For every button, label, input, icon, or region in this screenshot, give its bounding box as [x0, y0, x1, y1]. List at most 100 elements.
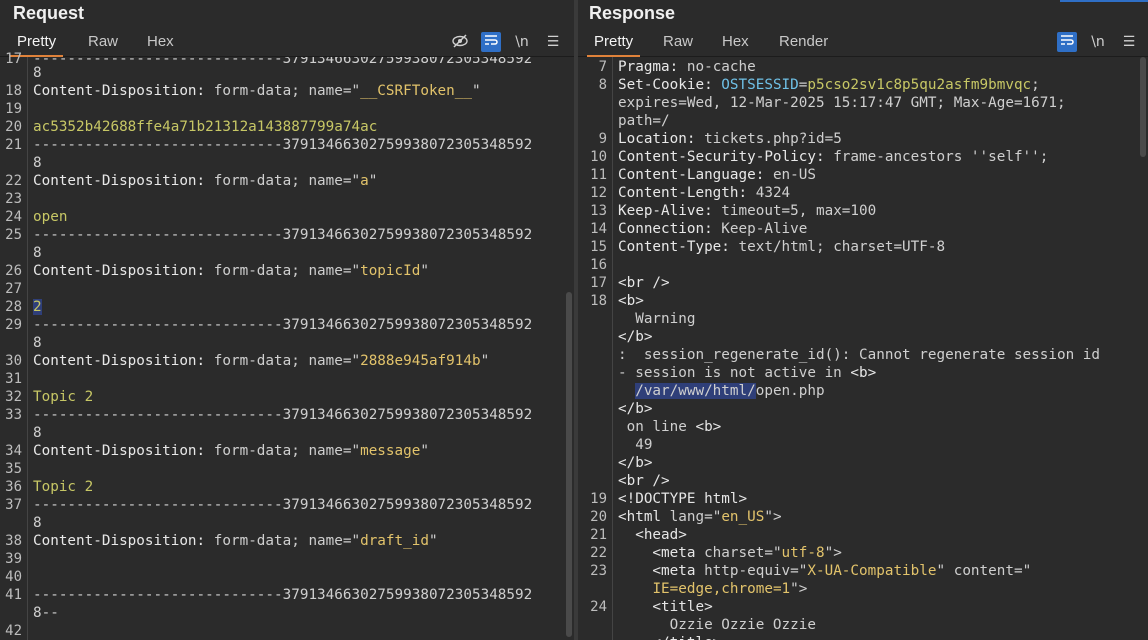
line-number: 10 [590, 149, 607, 165]
line-number: 39 [5, 551, 22, 567]
line-number: 33 [5, 407, 22, 423]
request-code-line: ac5352b42688ffe4a71b21312a143887799a74ac [33, 118, 377, 136]
request-title: Request [13, 3, 85, 23]
response-code-line: </b> [618, 454, 652, 472]
code-token: " content=" [936, 563, 1032, 579]
response-code-line: </b> [618, 328, 652, 346]
code-token: 8-- [33, 605, 59, 621]
wrap-icon[interactable] [481, 32, 501, 52]
response-scrollbar[interactable] [1140, 57, 1146, 157]
line-number: 8 [598, 77, 607, 93]
code-token: 8 [33, 65, 42, 81]
code-token: -----------------------------37913466302… [33, 227, 533, 243]
response-editor[interactable]: 7 8 9 10 11 12 13 14 15 16 17 18 19 20 21 22 23 24 Pragma… [578, 57, 1148, 640]
response-code-line: Content-Length: 4324 [618, 184, 790, 202]
request-code-line: 8 [33, 64, 42, 82]
code-token: - session is not active in [618, 365, 851, 381]
code-token: draft_id [360, 533, 429, 549]
response-code-line: <title> [618, 598, 712, 616]
line-number: 26 [5, 263, 22, 279]
request-code-line: Content-Disposition: form-data; name="28… [33, 352, 489, 370]
request-tab-hex[interactable]: Hex [140, 30, 181, 55]
code-token: </title> [618, 635, 721, 640]
line-number: 40 [5, 569, 22, 585]
code-token: -----------------------------37913466302… [33, 317, 533, 333]
line-number: 24 [590, 599, 607, 615]
response-tab-pretty[interactable]: Pretty [587, 30, 641, 57]
eye-off-icon[interactable] [450, 32, 470, 52]
code-token: -----------------------------37913466302… [33, 137, 533, 153]
newline-toggle[interactable]: \n [1088, 32, 1108, 52]
request-editor[interactable]: 17 18 19 20 21 22 23 24 25 26 27 28 29 30 31 32 33 34 35 36… [0, 51, 574, 640]
line-number: 18 [590, 293, 607, 309]
newline-toggle[interactable]: \n [512, 32, 532, 52]
code-token: Content-Disposition: [33, 533, 214, 549]
response-title: Response [589, 3, 676, 23]
response-code-line: 49 [618, 436, 652, 454]
line-number: 34 [5, 443, 22, 459]
code-token: 8 [33, 155, 42, 171]
line-number: 19 [5, 101, 22, 117]
code-token: form-data; name=" [213, 83, 361, 99]
code-token: path=/ [618, 113, 670, 129]
response-code-line: Content-Security-Policy: frame-ancestors… [618, 148, 1048, 166]
wrap-icon-svg [1061, 35, 1074, 45]
menu-icon[interactable]: ☰ [543, 32, 563, 52]
response-tab-raw[interactable]: Raw [656, 30, 700, 55]
line-number: 19 [590, 491, 607, 507]
menu-icon[interactable]: ☰ [1119, 32, 1139, 52]
code-token: Warning [618, 311, 696, 327]
line-number: 36 [5, 479, 22, 495]
response-code[interactable]: Pragma: no-cache Set-Cookie: OSTSESSID=p5… [618, 57, 1148, 640]
response-tabs: Pretty Raw Hex Render \n ☰ [578, 30, 1148, 57]
line-number: 13 [590, 203, 607, 219]
response-tab-hex[interactable]: Hex [715, 30, 756, 55]
code-token: Content-Security-Policy: [618, 149, 834, 165]
code-token: " [420, 443, 429, 459]
response-line-numbers: 7 8 9 10 11 12 13 14 15 16 17 18 19 20 21 22 23 24 [578, 57, 613, 640]
code-token: Content-Disposition: [33, 443, 214, 459]
request-code-line: Content-Disposition: form-data; name="me… [33, 442, 429, 460]
code-token: </b> [618, 329, 653, 345]
code-token: 8 [33, 245, 42, 261]
line-number: 12 [590, 185, 607, 201]
response-code-line: Pragma: no-cache [618, 58, 756, 76]
request-code-line: -----------------------------37913466302… [33, 496, 532, 514]
line-number: 7 [598, 59, 607, 75]
code-token: </b> [618, 401, 653, 417]
code-token: lang=" [669, 509, 722, 525]
request-code-line: -----------------------------37913466302… [33, 586, 532, 604]
response-code-line: Content-Type: text/html; charset=UTF-8 [618, 238, 945, 256]
request-code[interactable]: -----------------------------37913466302… [33, 57, 574, 640]
code-token: topicId [360, 263, 421, 279]
code-token: <br /> [618, 275, 670, 291]
request-code-line: -----------------------------37913466302… [33, 316, 532, 334]
code-token: <!DOCTYPE html> [618, 491, 748, 507]
line-number: 17 [590, 275, 607, 291]
code-token: 8 [33, 335, 42, 351]
line-number: 30 [5, 353, 22, 369]
eye-off-icon-svg [452, 34, 468, 48]
code-token: timeout=5, max=100 [721, 203, 877, 219]
request-tab-raw[interactable]: Raw [81, 30, 125, 55]
code-token: -----------------------------37913466302… [33, 407, 533, 423]
request-code-line: -----------------------------37913466302… [33, 136, 532, 154]
code-token: p5cso2sv1c8p5qu2asfm9bmvqc [807, 77, 1032, 93]
code-token: <br /> [618, 473, 670, 489]
line-number: 21 [5, 137, 22, 153]
wrap-icon[interactable] [1057, 32, 1077, 52]
response-code-line: <html lang="en_US"> [618, 508, 782, 526]
request-scrollbar[interactable] [566, 292, 572, 637]
code-token: form-data; name=" [213, 353, 361, 369]
line-number: 27 [5, 281, 22, 297]
response-tab-render[interactable]: Render [772, 30, 835, 55]
request-code-line: Topic 2 [33, 388, 93, 406]
code-token: <b> [695, 419, 722, 435]
line-number: 41 [5, 587, 22, 603]
response-code-line: <b> [618, 292, 644, 310]
code-token: "> [790, 581, 808, 597]
code-token: Content-Language: [618, 167, 773, 183]
top-view-toggle[interactable] [1060, 0, 1148, 2]
